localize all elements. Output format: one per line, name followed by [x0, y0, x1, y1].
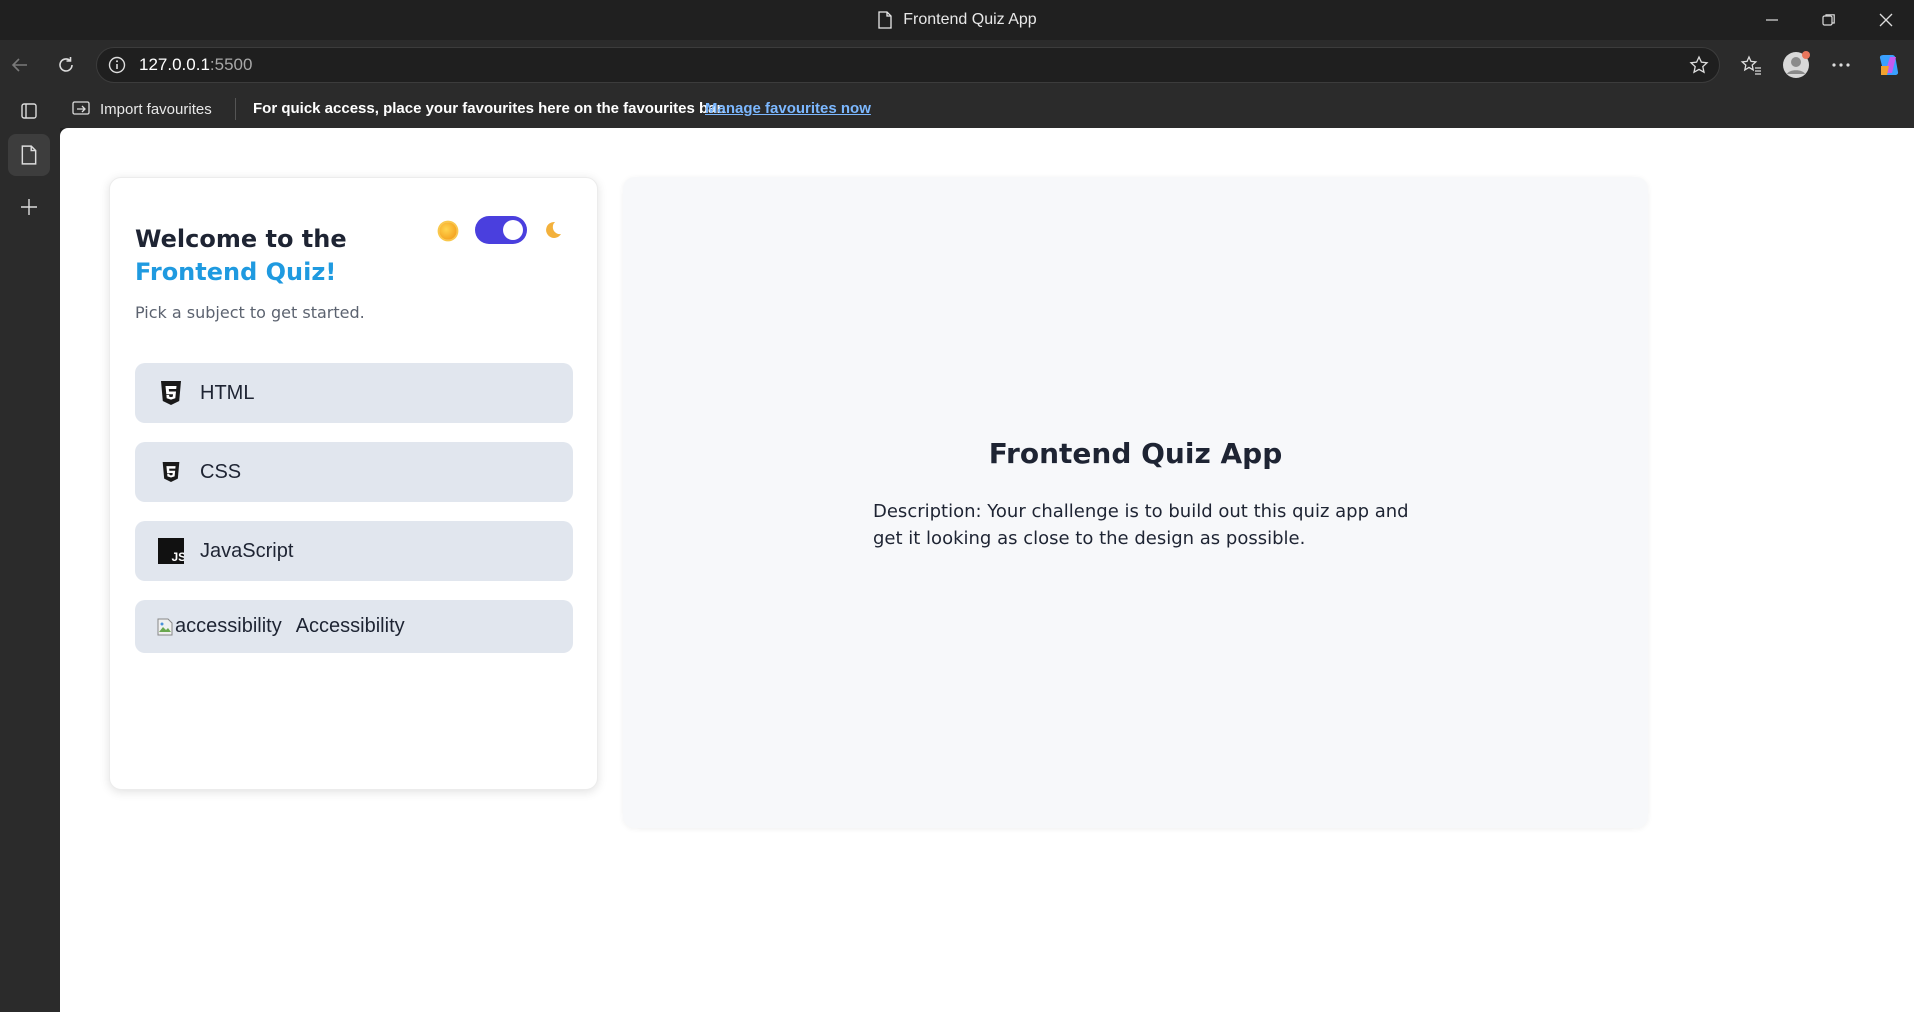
copilot-icon	[1879, 55, 1899, 75]
vertical-tabs-sidebar	[0, 90, 60, 1012]
subject-button-css[interactable]: CSS	[135, 442, 573, 502]
tab-frontend-quiz[interactable]	[8, 134, 50, 176]
new-tab-button[interactable]	[8, 186, 50, 228]
url-host: 127.0.0.1	[139, 55, 210, 74]
panel-description: Description: Your challenge is to build …	[873, 501, 1409, 549]
url-port: :5500	[209, 55, 253, 74]
broken-image-alt-text: accessibility	[175, 615, 282, 637]
css3-icon	[158, 459, 184, 485]
browser-toolbar: 127.0.0.1:5500	[0, 40, 1914, 90]
info-icon[interactable]	[107, 55, 127, 75]
favourites-bar: Import favourites For quick access, plac…	[60, 90, 1914, 128]
address-bar[interactable]: 127.0.0.1:5500	[96, 47, 1720, 83]
import-favourites-label: Import favourites	[100, 100, 212, 118]
back-button[interactable]	[4, 49, 36, 81]
sun-icon	[439, 222, 457, 240]
minimize-button[interactable]	[1743, 0, 1800, 40]
favourites-button[interactable]	[1735, 49, 1767, 81]
window-title-bar: Frontend Quiz App	[0, 0, 1914, 40]
quiz-brand-heading: Frontend Quiz!	[135, 258, 337, 286]
star-icon[interactable]	[1689, 55, 1709, 75]
more-options-button[interactable]	[1825, 49, 1857, 81]
refresh-button[interactable]	[50, 49, 82, 81]
import-icon	[72, 101, 90, 115]
toggle-knob	[503, 220, 523, 240]
panel-title: Frontend Quiz App	[988, 437, 1283, 470]
restore-button[interactable]	[1800, 0, 1857, 40]
pick-subject-text: Pick a subject to get started.	[135, 303, 365, 322]
restore-icon	[1821, 14, 1835, 26]
subject-button-html[interactable]: HTML	[135, 363, 573, 423]
arrow-left-icon	[11, 58, 27, 72]
subject-label: HTML	[200, 381, 255, 404]
document-icon	[21, 145, 37, 165]
favourites-message: For quick access, place your favourites …	[253, 100, 726, 117]
document-icon	[878, 11, 892, 29]
close-icon	[1879, 13, 1892, 27]
subject-button-accessibility[interactable]: accessibility Accessibility	[135, 600, 573, 653]
plus-icon	[21, 199, 37, 215]
quiz-start-card: Welcome to the Frontend Quiz! Pick a sub…	[109, 177, 598, 790]
moon-icon	[546, 221, 561, 238]
javascript-icon: JS	[158, 538, 184, 564]
refresh-icon	[59, 57, 73, 72]
subject-label: Accessibility	[295, 615, 405, 637]
minimize-icon	[1765, 19, 1778, 21]
avatar	[1783, 51, 1810, 78]
subject-label: CSS	[200, 460, 242, 483]
favourites-star-list-icon	[1740, 55, 1761, 75]
tab-actions-button[interactable]	[8, 90, 50, 132]
tab-actions-icon	[21, 103, 37, 119]
import-favourites-button[interactable]: Import favourites	[72, 90, 212, 128]
description-panel: Frontend Quiz App Description: Your chal…	[623, 177, 1648, 828]
welcome-heading: Welcome to the	[135, 225, 347, 253]
subject-label: JavaScript	[200, 539, 294, 562]
favourites-divider	[235, 98, 236, 120]
html5-icon	[158, 380, 184, 406]
window-title-text: Frontend Quiz App	[903, 11, 1037, 28]
broken-image-icon: accessibility	[157, 615, 282, 638]
theme-toggle[interactable]	[475, 216, 527, 244]
url-text[interactable]: 127.0.0.1:5500	[139, 48, 252, 82]
more-horizontal-icon	[1832, 63, 1850, 67]
close-window-button[interactable]	[1857, 0, 1914, 40]
profile-button[interactable]	[1780, 49, 1812, 81]
svg-text:JS: JS	[172, 550, 185, 564]
window-title: Frontend Quiz App	[0, 0, 1914, 40]
subject-button-javascript[interactable]: JS JavaScript	[135, 521, 573, 581]
manage-favourites-link[interactable]: Manage favourites now	[705, 90, 871, 128]
web-page: Welcome to the Frontend Quiz! Pick a sub…	[60, 128, 1914, 1012]
copilot-button[interactable]	[1873, 49, 1905, 81]
